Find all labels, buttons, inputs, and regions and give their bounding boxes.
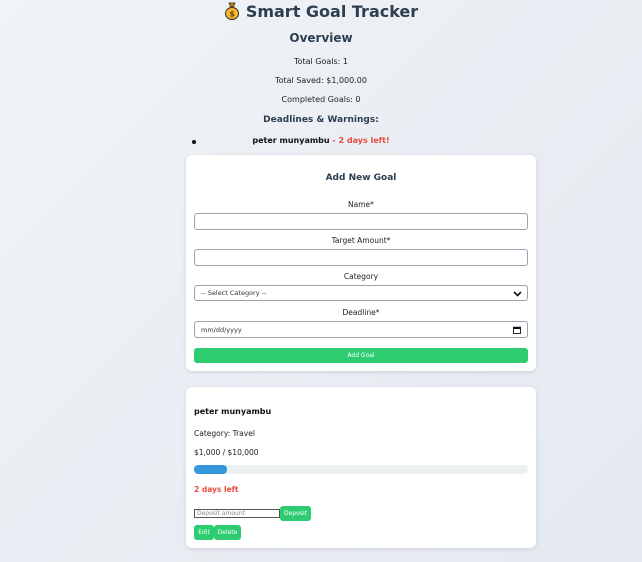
total-goals-stat: Total Goals: 1 xyxy=(294,57,348,66)
add-goal-form: Add New Goal Name* Target Amount* Catego… xyxy=(186,155,536,371)
overview-title: Overview xyxy=(289,31,353,45)
goal-amount: $1,000 / $10,000 xyxy=(194,448,259,457)
moneybag-icon: $ xyxy=(224,2,240,20)
deposit-button[interactable]: Deposit xyxy=(280,506,311,521)
warning-goal-name: peter munyambu xyxy=(252,136,330,145)
add-goal-button[interactable]: Add Goal xyxy=(194,348,528,363)
deadline-placeholder: mm/dd/yyyy xyxy=(201,325,242,334)
svg-text:$: $ xyxy=(229,10,235,19)
category-label: Category xyxy=(343,272,379,281)
target-amount-label: Target Amount* xyxy=(331,236,391,245)
warnings-list: peter munyambu - 2 days left! xyxy=(0,136,642,145)
edit-button[interactable]: Edit xyxy=(194,525,214,540)
warning-item: peter munyambu - 2 days left! xyxy=(0,136,642,145)
warnings-title: Deadlines & Warnings: xyxy=(263,115,379,125)
completed-goals-stat: Completed Goals: 0 xyxy=(281,95,361,104)
category-selected-value: -- Select Category -- xyxy=(201,289,267,297)
app-header: $ Smart Goal Tracker xyxy=(0,0,642,22)
warning-days-left: 2 days left! xyxy=(338,136,390,145)
name-label: Name* xyxy=(348,200,374,209)
chevron-down-icon xyxy=(513,289,522,298)
goal-category: Category: Travel xyxy=(194,429,255,438)
goal-days-left: 2 days left xyxy=(194,485,239,494)
form-title: Add New Goal xyxy=(325,173,397,183)
progress-bar xyxy=(194,465,528,474)
total-saved-stat: Total Saved: $1,000.00 xyxy=(275,76,367,85)
calendar-icon[interactable] xyxy=(513,326,521,334)
warning-separator: - xyxy=(329,136,339,145)
category-select[interactable]: -- Select Category -- xyxy=(194,285,528,301)
goal-name: peter munyambu xyxy=(194,407,272,416)
goal-card: peter munyambu Category: Travel $1,000 /… xyxy=(186,387,536,548)
deadline-input[interactable]: mm/dd/yyyy xyxy=(194,321,528,338)
target-amount-input[interactable] xyxy=(194,249,528,266)
delete-button[interactable]: Delete xyxy=(214,525,241,540)
deposit-amount-input[interactable]: Deposit amount xyxy=(194,509,280,518)
app-title: Smart Goal Tracker xyxy=(245,1,419,21)
progress-fill xyxy=(194,465,228,474)
name-input[interactable] xyxy=(194,213,528,230)
deadline-label: Deadline* xyxy=(342,308,380,317)
